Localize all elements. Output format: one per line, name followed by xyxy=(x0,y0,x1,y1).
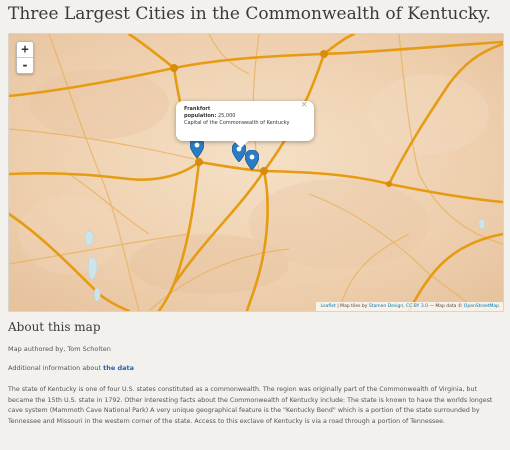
popup-population-value: 25,000 xyxy=(217,113,236,119)
map-tiles[interactable] xyxy=(9,34,503,311)
additional-info-text: Additional information about xyxy=(8,364,102,372)
attribution-data-text: — Map data © xyxy=(429,304,463,309)
stamen-link[interactable]: Stamen Design, CC BY 3.0 xyxy=(369,304,428,309)
map-pin-icon-third-city[interactable] xyxy=(245,150,259,170)
about-heading: About this map xyxy=(8,320,101,334)
zoom-out-button[interactable]: - xyxy=(17,58,33,73)
page-title: Three Largest Cities in the Commonwealth… xyxy=(8,4,491,24)
about-description: The state of Kentucky is one of four U.S… xyxy=(8,386,493,425)
zoom-control: + - xyxy=(16,41,34,74)
leaflet-link[interactable]: Leaflet xyxy=(320,304,335,309)
attribution-text: | Map tiles by xyxy=(337,304,368,309)
popup-population-label: population: xyxy=(184,113,217,119)
city-popup: × Frankfort population: 25,000 Capital o… xyxy=(176,101,314,148)
data-link[interactable]: the data xyxy=(103,364,134,372)
map[interactable]: + - × Frankfort population: 25,000 Capit… xyxy=(8,33,504,312)
popup-close-button[interactable]: × xyxy=(300,101,308,110)
osm-link[interactable]: OpenStreetMap xyxy=(464,304,499,309)
additional-info: Additional information about the data xyxy=(8,364,134,372)
popup-tip xyxy=(234,141,248,148)
map-attribution: Leaflet | Map tiles by Stamen Design, CC… xyxy=(316,302,503,311)
map-author: Map authored by, Tom Scholten xyxy=(8,345,111,353)
popup-caption: Capital of the Commonwealth of Kentucky xyxy=(184,120,290,126)
map-pin-icon-frankfort[interactable] xyxy=(190,138,204,158)
popup-city-name: Frankfort xyxy=(184,106,211,112)
zoom-in-button[interactable]: + xyxy=(17,42,33,58)
